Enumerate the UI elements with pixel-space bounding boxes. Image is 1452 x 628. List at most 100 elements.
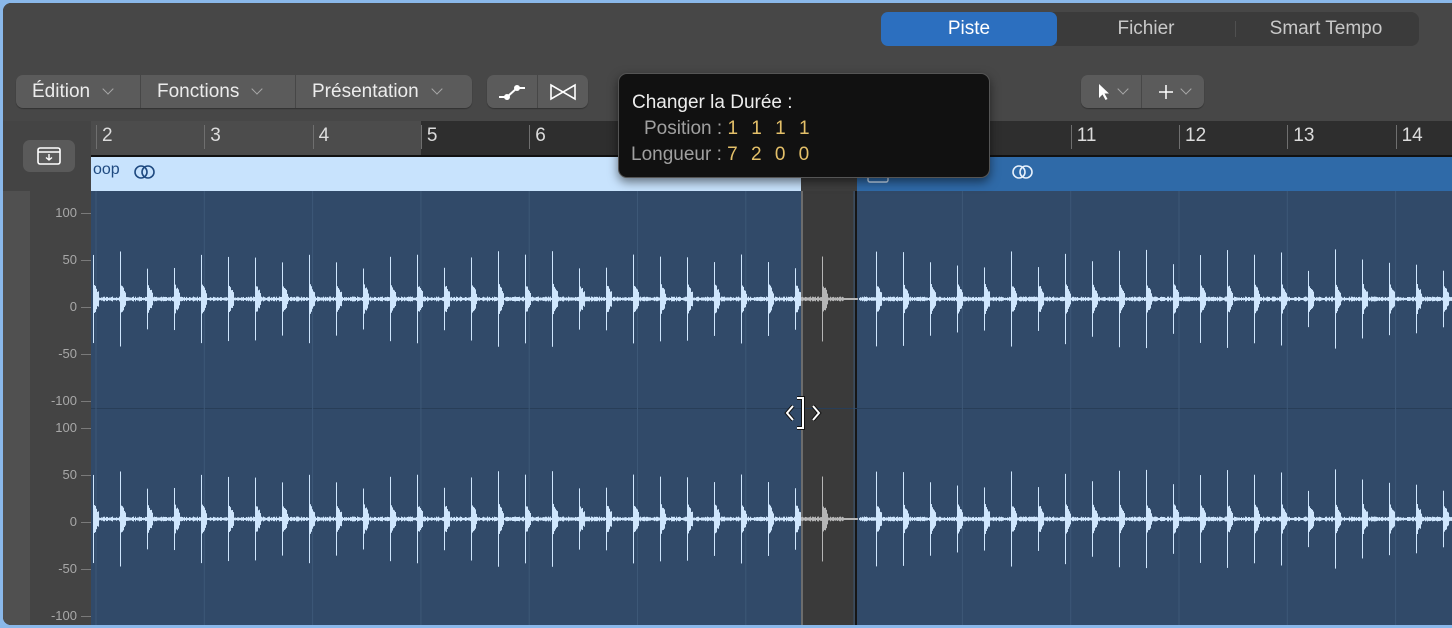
waveform-sample [1114,516,1115,522]
waveform-sample [1018,517,1019,521]
waveform-sample [361,517,362,521]
waveform-sample [130,517,131,521]
waveform-sample [1325,296,1326,302]
waveform-sample [200,297,201,301]
waveform-sample [797,505,798,533]
pointer-tool-menu[interactable] [1081,75,1142,108]
waveform-sample [373,517,374,521]
waveform-sample [822,476,823,562]
waveform-sample [1264,297,1265,301]
waveform-sample [1116,516,1117,522]
waveform-sample [130,297,131,301]
waveform-sample [988,511,989,527]
waveform-sample [788,296,789,302]
amplitude-label: -100 [50,393,77,408]
waveform-sample [714,482,715,556]
waveform-sample [824,508,825,530]
waveform-sample [1430,296,1431,302]
waveform-sample [825,507,826,531]
cycle-region[interactable] [91,121,421,157]
waveform-sample [856,298,857,300]
fonctions-menu[interactable]: Fonctions [141,75,296,108]
waveform-sample [1428,517,1429,521]
waveform-sample [309,474,310,564]
waveform-sample [1107,297,1108,301]
waveform-sample [859,517,860,521]
waveform-sample [1364,288,1365,310]
waveform-sample [786,516,787,522]
chevron-down-icon [1180,83,1192,95]
waveform-sample [987,509,988,529]
waveform-sample [1313,511,1314,527]
waveform-sample [306,517,307,521]
waveform-sample [359,517,360,521]
waveform-sample [447,289,448,309]
waveform-sample [452,297,453,301]
waveform-sample [1321,297,1322,301]
secondary-tool-menu[interactable] [1142,75,1204,108]
waveform-sample [251,296,252,302]
waveform-sample [1450,297,1451,301]
waveform-sample [970,297,971,301]
waveform-sample [1039,506,1040,532]
waveform-sample [1270,297,1271,301]
waveform-sample [199,516,200,522]
waveform-sample [1280,296,1281,302]
waveform-sample [535,297,536,301]
waveform-sample [508,297,509,301]
waveform-sample [1407,296,1408,302]
waveform-sample [1079,297,1080,301]
tab-fichier[interactable]: Fichier [1057,12,1235,46]
waveform-sample [1135,516,1136,522]
waveform-sample [1215,297,1216,301]
waveform-sample [759,517,760,521]
waveform-sample [1105,517,1106,521]
waveform-sample [1176,289,1177,309]
waveform-sample [181,516,182,522]
ruler-bar-12: 12 [1179,125,1206,149]
waveform-sample [1285,291,1286,307]
waveform-sample [453,297,454,301]
waveform-sample [93,254,94,344]
edition-menu[interactable]: Édition [16,75,141,108]
length-label: Longueur : [631,144,722,165]
presentation-menu[interactable]: Présentation [296,75,472,108]
waveform-sample [1072,516,1073,522]
waveform-sample [1017,297,1018,301]
tab-smart-tempo[interactable]: Smart Tempo [1236,12,1416,46]
waveform-sample [1133,297,1134,301]
waveform-sample [690,288,691,310]
catch-button[interactable] [23,140,75,172]
waveform-sample [527,506,528,532]
waveform-sample [1243,297,1244,301]
waveform-sample [195,517,196,521]
waveform-sample [224,297,225,301]
waveform-sample [425,516,426,522]
waveform-sample [1140,516,1141,522]
waveform-sample [1221,517,1222,521]
tab-piste[interactable]: Piste [881,12,1057,46]
waveform-sample [1161,516,1162,522]
waveform-sample [1088,297,1089,301]
waveform-sample [395,511,396,527]
crossfade-tool-button[interactable] [538,75,588,108]
waveform-sample [218,297,219,301]
waveform-sample [1362,259,1363,339]
waveform-sample [1081,516,1082,522]
waveform-sample [353,296,354,302]
waveform-sample [457,517,458,521]
waveform-sample [584,291,585,307]
waveform-sample [1371,516,1372,522]
waveform-sample [404,296,405,302]
waveform-sample [708,517,709,521]
waveform-sample [492,296,493,302]
amplitude-label: 0 [69,299,77,314]
waveform-sample [1077,517,1078,521]
waveform-sample [1051,517,1052,521]
waveform-sample [958,284,959,314]
waveform-sample [1076,297,1077,301]
curve-tool-button[interactable] [487,75,538,108]
waveform-sample [1445,507,1446,531]
waveform-sample [852,518,853,520]
waveform-sample [767,517,768,521]
